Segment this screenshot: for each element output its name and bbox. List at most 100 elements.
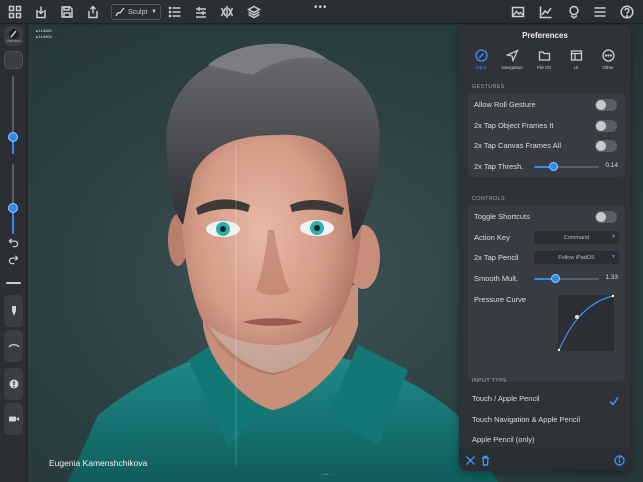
tap-canvas-toggle[interactable]	[595, 140, 617, 152]
redo-icon[interactable]	[7, 253, 19, 265]
trash-icon[interactable]	[480, 453, 492, 466]
left-toolbar: Standard	[0, 24, 27, 482]
smooth-mult-slider[interactable]	[534, 274, 599, 283]
artist-credit: Eugenia Kamenshchikova	[49, 458, 148, 468]
tap-object-row[interactable]: 2x Tap Object Frames It	[474, 115, 619, 135]
chart-icon[interactable]	[538, 4, 554, 20]
pencil-circle-icon	[474, 49, 488, 62]
chevron-down-icon: ▼	[151, 9, 157, 15]
stroke-curve-icon	[7, 344, 20, 348]
tab-navigation[interactable]: Navigation	[497, 49, 527, 77]
action-key-dropdown[interactable]: Command ▼	[534, 231, 619, 244]
import-icon[interactable]	[33, 4, 49, 20]
grid-icon[interactable]	[7, 4, 23, 20]
tab-file-io-label: File I/O	[536, 65, 552, 70]
size-slider-knob[interactable]	[8, 132, 18, 142]
controls-header: CONTROLS	[472, 196, 505, 202]
tap-pencil-label: 2x Tap Pencil	[474, 252, 519, 262]
video-camera-icon	[8, 416, 19, 422]
undo-icon[interactable]	[7, 236, 19, 248]
tool-select-label: Sculpt	[128, 8, 148, 16]
tap-thresh-row: 2x Tap Thresh. 0.14	[474, 156, 619, 176]
preferences-title: Preferences	[522, 31, 568, 40]
window-icon	[570, 50, 582, 61]
allow-roll-toggle[interactable]	[595, 99, 617, 111]
toggle-shortcuts-row[interactable]: Toggle Shortcuts	[474, 206, 619, 226]
ellipsis-circle-icon	[601, 49, 615, 62]
tab-file-io[interactable]: File I/O	[529, 49, 559, 77]
brush-icon	[115, 7, 125, 17]
save-icon[interactable]	[59, 4, 75, 20]
tab-ui[interactable]: UI	[561, 49, 591, 77]
close-icon[interactable]	[465, 453, 477, 465]
tool-pencil-button[interactable]	[4, 295, 23, 327]
tap-canvas-label: 2x Tap Canvas Frames All	[474, 140, 561, 150]
tool-alpha-button[interactable]	[4, 368, 23, 400]
tool-standard-label: Standard	[6, 39, 21, 43]
tool-standard-button[interactable]: Standard	[4, 26, 23, 46]
pressure-curve-label: Pressure Curve	[474, 294, 527, 304]
chevron-down-icon: ▼	[611, 234, 616, 240]
material-icon[interactable]	[566, 4, 582, 20]
pressure-curve-editor[interactable]	[557, 294, 615, 352]
smooth-mult-slider-knob[interactable]	[551, 274, 560, 283]
tab-input-label: Input	[475, 65, 486, 70]
toggle-shortcuts-toggle[interactable]	[595, 211, 617, 223]
gestures-header: GESTURES	[472, 84, 505, 90]
action-key-row: Action Key Command ▼	[474, 227, 619, 247]
action-key-label: Action Key	[474, 232, 510, 242]
tap-thresh-label: 2x Tap Thresh.	[474, 161, 524, 171]
tap-pencil-dropdown[interactable]: Follow iPadOS ▼	[534, 251, 619, 264]
layers-icon[interactable]	[246, 4, 262, 20]
top-toolbar: Sculpt ▼ •••	[0, 0, 643, 24]
tap-canvas-row[interactable]: 2x Tap Canvas Frames All	[474, 135, 619, 155]
strength-slider-knob[interactable]	[8, 203, 18, 213]
preferences-panel: Preferences Input Navigation File I/O UI…	[459, 25, 631, 471]
list-icon[interactable]	[167, 4, 183, 20]
tap-thresh-slider[interactable]	[534, 162, 599, 171]
allow-roll-label: Allow Roll Gesture	[474, 99, 536, 109]
input-type-header: INPUT TYPE	[472, 378, 508, 384]
tool-slot-button[interactable]	[4, 51, 23, 69]
curve-control-point[interactable]	[575, 315, 579, 319]
toolbar-divider	[6, 282, 21, 284]
folder-icon	[538, 51, 550, 61]
tab-navigation-label: Navigation	[501, 65, 523, 70]
menu-icon[interactable]	[592, 4, 608, 20]
tap-object-label: 2x Tap Object Frames It	[474, 120, 554, 130]
help-icon[interactable]	[619, 4, 635, 20]
input-option-touch-pencil[interactable]: Touch / Apple Pencil	[472, 394, 540, 403]
info-icon[interactable]	[614, 453, 626, 466]
input-option-pencil-only[interactable]: Apple Pencil (only)	[472, 435, 535, 444]
smooth-mult-row: Smooth Mult. 1.33	[474, 268, 619, 288]
brush-tip-icon	[11, 306, 16, 316]
action-key-value: Command	[563, 234, 590, 241]
tab-other[interactable]: Other	[593, 49, 623, 77]
tap-thresh-slider-knob[interactable]	[549, 162, 558, 171]
alpha-circle-icon	[9, 379, 18, 389]
navigation-arrow-icon	[505, 49, 519, 62]
symmetry-x-icon[interactable]	[219, 4, 235, 20]
smooth-mult-value: 1.33	[605, 274, 618, 281]
share-icon[interactable]	[85, 4, 101, 20]
tap-thresh-value: 0.14	[605, 162, 618, 169]
gestures-group: Allow Roll Gesture 2x Tap Object Frames …	[468, 93, 625, 177]
chevron-down-icon: ▼	[611, 254, 616, 260]
tool-record-button[interactable]	[4, 403, 23, 435]
tool-stroke-button[interactable]	[4, 330, 23, 362]
layers-adjust-icon[interactable]	[193, 4, 209, 20]
tab-input[interactable]: Input	[466, 49, 496, 77]
preferences-footer	[459, 447, 631, 471]
allow-roll-row[interactable]: Allow Roll Gesture	[474, 94, 619, 114]
input-option-touch-nav-pencil[interactable]: Touch Navigation & Apple Pencil	[472, 415, 580, 424]
tap-pencil-value: Follow iPadOS	[558, 254, 595, 261]
pressure-curve-graph	[557, 294, 615, 352]
image-icon[interactable]	[510, 4, 526, 20]
standard-brush-icon	[8, 28, 19, 39]
tool-select[interactable]: Sculpt ▼	[111, 4, 161, 20]
viewport-bottom-handle[interactable]: ─ •••• ─	[321, 472, 331, 476]
tap-object-toggle[interactable]	[595, 120, 617, 132]
smooth-mult-label: Smooth Mult.	[474, 273, 519, 283]
toggle-shortcuts-label: Toggle Shortcuts	[474, 211, 530, 221]
more-handle[interactable]: •••	[314, 2, 328, 13]
